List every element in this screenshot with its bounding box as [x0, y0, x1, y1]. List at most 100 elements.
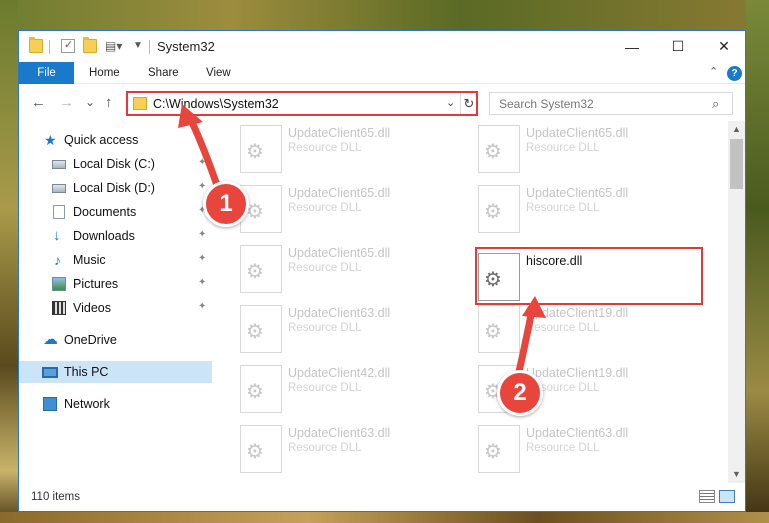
pin-icon[interactable]: ✦ — [198, 253, 206, 264]
file-name: UpdateClient65.dll — [288, 186, 391, 200]
large-icons-view-button[interactable] — [719, 490, 735, 503]
file-item[interactable]: ⚙ UpdateClient19.dll Resource DLL — [474, 301, 694, 357]
chevron-down-icon[interactable]: ▼ — [133, 39, 147, 53]
desktop-background-top — [0, 0, 769, 30]
sidebar-item-videos[interactable]: Videos ✦ — [19, 297, 212, 319]
sidebar-item-onedrive[interactable]: ☁ OneDrive — [19, 329, 212, 351]
tab-view[interactable]: View — [192, 62, 245, 84]
sidebar-item-this-pc[interactable]: This PC — [19, 361, 212, 383]
sidebar-item-downloads[interactable]: ↓ Downloads ✦ — [19, 225, 212, 247]
sidebar-item-music[interactable]: ♪ Music ✦ — [19, 249, 212, 271]
disk-icon — [52, 184, 66, 193]
new-folder-icon[interactable] — [83, 37, 97, 53]
details-view-button[interactable] — [699, 490, 715, 503]
file-name: UpdateClient19.dll — [526, 306, 629, 320]
music-icon: ♪ — [54, 252, 61, 268]
sidebar-item-label: Local Disk (D:) — [73, 181, 155, 195]
file-item[interactable]: ⚙ UpdateClient63.dll Resource DLL — [474, 421, 694, 477]
video-icon — [52, 301, 66, 315]
status-bar: 110 items — [19, 483, 745, 511]
search-input[interactable]: Search System32 ⌕ — [489, 92, 733, 115]
pin-icon[interactable]: ✦ — [198, 229, 206, 240]
divider — [49, 40, 50, 54]
scroll-up-icon[interactable]: ▲ — [728, 121, 745, 138]
chevron-up-icon[interactable]: ⌃ — [709, 65, 718, 78]
sidebar-item-label: OneDrive — [64, 333, 117, 347]
properties-icon[interactable] — [61, 38, 75, 53]
vertical-scrollbar[interactable]: ▲ ▼ — [728, 121, 745, 483]
help-icon[interactable]: ? — [727, 66, 742, 81]
sidebar-item-label: Pictures — [73, 277, 119, 291]
back-button[interactable]: ← — [31, 94, 46, 111]
gear-icon: ⚙ — [484, 321, 502, 343]
folder-icon — [133, 97, 147, 110]
file-type: Resource DLL — [288, 442, 362, 454]
address-bar[interactable]: C:\Windows\System32 ⌄ ↻ — [126, 91, 478, 116]
recent-locations-button[interactable]: ⌄ — [85, 95, 95, 109]
network-icon — [43, 397, 57, 411]
file-item[interactable]: ⚙ UpdateClient65.dll Resource DLL — [236, 181, 456, 237]
sidebar-item-local-disk-c[interactable]: Local Disk (C:) ✦ — [19, 153, 212, 175]
file-name: UpdateClient19.dll — [526, 366, 629, 380]
file-name: UpdateClient63.dll — [526, 426, 629, 440]
step-badge-2: 2 — [497, 370, 543, 416]
sidebar-item-label: Documents — [73, 205, 137, 219]
file-item[interactable]: ⚙ UpdateClient63.dll Resource DLL — [236, 301, 456, 357]
gear-icon: ⚙ — [246, 441, 264, 463]
file-type: Resource DLL — [526, 142, 600, 154]
documents-icon — [53, 205, 65, 219]
sidebar-item-network[interactable]: Network — [19, 393, 212, 415]
sidebar-item-label: Downloads — [73, 229, 135, 243]
refresh-button[interactable]: ↻ — [460, 93, 477, 114]
sidebar-item-quick-access[interactable]: ★ Quick access — [19, 129, 212, 151]
file-item[interactable]: ⚙ UpdateClient65.dll Resource DLL — [474, 181, 694, 237]
address-path[interactable]: C:\Windows\System32 — [153, 97, 279, 111]
sidebar-item-label: Videos — [73, 301, 111, 315]
pin-icon[interactable]: ✦ — [198, 277, 206, 288]
file-name: UpdateClient65.dll — [526, 186, 629, 200]
tab-file[interactable]: File — [19, 62, 74, 84]
up-button[interactable]: ↑ — [105, 94, 113, 111]
file-item[interactable]: ⚙ UpdateClient65.dll Resource DLL — [236, 241, 456, 297]
file-item[interactable]: ⚙ UpdateClient42.dll Resource DLL — [236, 361, 456, 417]
file-list: ⚙ UpdateClient65.dll Resource DLL ⚙ Upda… — [216, 121, 726, 483]
pin-icon[interactable]: ✦ — [198, 301, 206, 312]
minimize-button[interactable]: — — [609, 31, 655, 62]
navigation-pane: ★ Quick access Local Disk (C:) ✦ Local D… — [19, 121, 212, 483]
desktop-background-left — [0, 0, 18, 523]
window-title: System32 — [157, 39, 215, 54]
tab-share[interactable]: Share — [134, 62, 193, 84]
sidebar-item-label: Local Disk (C:) — [73, 157, 155, 171]
sidebar-item-documents[interactable]: Documents ✦ — [19, 201, 212, 223]
file-name: UpdateClient63.dll — [288, 426, 391, 440]
file-item[interactable]: ⚙ UpdateClient63.dll Resource DLL — [236, 421, 456, 477]
file-item[interactable]: ⚙ UpdateClient65.dll Resource DLL — [474, 121, 694, 177]
file-type: Resource DLL — [288, 322, 362, 334]
search-icon[interactable]: ⌕ — [712, 96, 719, 112]
customize-quick-access-icon[interactable]: ▤▾ — [105, 39, 122, 53]
tab-home[interactable]: Home — [75, 62, 134, 84]
pin-icon[interactable]: ✦ — [198, 157, 206, 168]
forward-button[interactable]: → — [59, 94, 74, 111]
title-bar: ▤▾ ▼ System32 — ☐ ✕ — [19, 31, 745, 62]
file-type: Resource DLL — [526, 322, 600, 334]
file-name: UpdateClient65.dll — [288, 246, 391, 260]
scroll-thumb[interactable] — [730, 139, 743, 189]
search-placeholder: Search System32 — [499, 97, 594, 111]
sidebar-item-local-disk-d[interactable]: Local Disk (D:) ✦ — [19, 177, 212, 199]
file-type: Resource DLL — [526, 442, 600, 454]
file-type: Resource DLL — [526, 202, 600, 214]
download-icon: ↓ — [53, 227, 61, 244]
computer-icon — [42, 367, 58, 378]
navigation-bar: ← → ⌄ ↑ C:\Windows\System32 ⌄ ↻ Search S… — [19, 85, 745, 121]
maximize-button[interactable]: ☐ — [655, 31, 701, 62]
desktop-background-bottom — [0, 512, 769, 523]
scroll-down-icon[interactable]: ▼ — [728, 466, 745, 483]
file-item[interactable]: ⚙ UpdateClient65.dll Resource DLL — [236, 121, 456, 177]
sidebar-item-pictures[interactable]: Pictures ✦ — [19, 273, 212, 295]
pin-icon[interactable]: ✦ — [198, 181, 206, 192]
folder-icon[interactable] — [29, 37, 43, 53]
file-name: UpdateClient65.dll — [526, 126, 629, 140]
address-dropdown-icon[interactable]: ⌄ — [446, 96, 455, 109]
close-button[interactable]: ✕ — [701, 31, 747, 62]
